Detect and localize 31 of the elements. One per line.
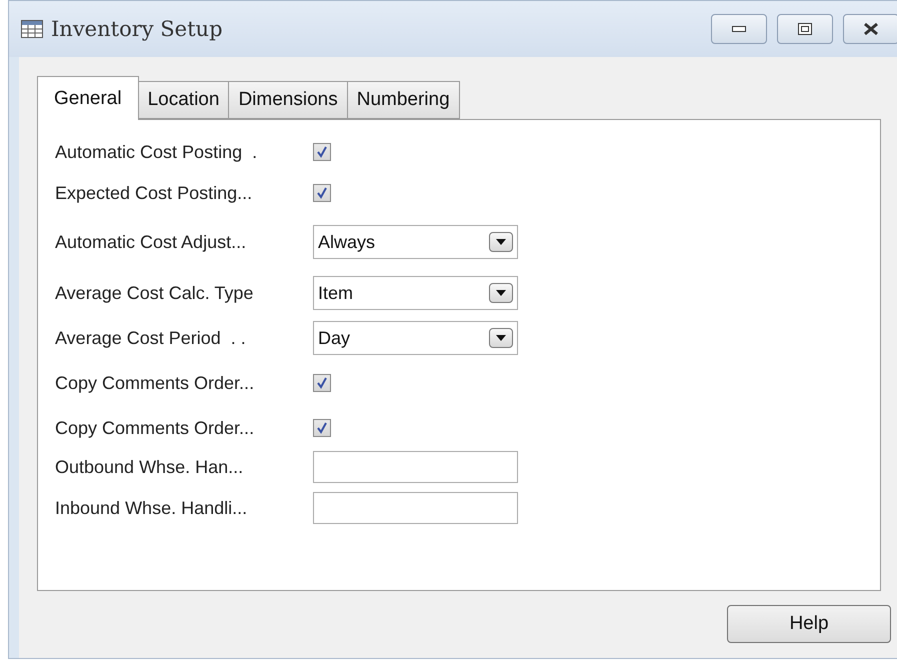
input-field[interactable]: [313, 451, 518, 483]
field-label: Automatic Cost Posting .: [55, 142, 258, 162]
field-label: Inbound Whse. Handli...: [55, 498, 248, 518]
checkbox[interactable]: [313, 184, 331, 202]
field-label: Expected Cost Posting...: [55, 182, 254, 204]
field-label: Outbound Whse. Han...: [55, 456, 244, 478]
field-label: Automatic Cost Adjust...: [55, 232, 248, 252]
window-title: Inventory Setup: [51, 17, 223, 41]
field-label: Copy Comments Order...: [55, 372, 256, 394]
field-label: Average Cost Period . .: [55, 328, 247, 348]
field-label: Average Cost Calc. Type: [55, 282, 254, 304]
minimize-button[interactable]: [711, 14, 767, 44]
close-button[interactable]: [843, 14, 897, 44]
checkbox[interactable]: [313, 419, 331, 437]
tab[interactable]: Numbering: [346, 81, 460, 119]
tab[interactable]: Location: [138, 81, 230, 119]
tab[interactable]: Dimensions: [228, 81, 348, 119]
dropdown[interactable]: Item: [313, 276, 518, 310]
input-field[interactable]: [313, 492, 518, 524]
maximize-button[interactable]: [777, 14, 833, 44]
help-button[interactable]: Help: [727, 605, 891, 643]
maximize-icon: [798, 23, 812, 35]
minimize-icon: [732, 26, 746, 32]
close-icon: [863, 22, 879, 36]
checkbox[interactable]: [313, 143, 331, 161]
dropdown[interactable]: Always: [313, 225, 518, 259]
tab[interactable]: General: [37, 76, 139, 120]
table-icon: [21, 20, 43, 38]
dropdown[interactable]: Day: [313, 321, 518, 355]
checkbox[interactable]: [313, 374, 331, 392]
field-label: Copy Comments Order...: [55, 418, 256, 438]
